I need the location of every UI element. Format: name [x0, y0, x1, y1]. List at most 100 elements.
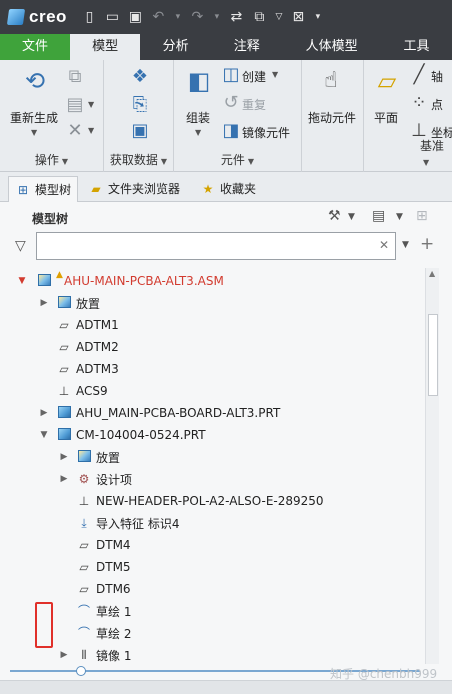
delete-dropdown-icon[interactable]: ▼: [88, 126, 94, 135]
regenerate-quick-icon[interactable]: ⇄: [228, 9, 245, 26]
point-icon[interactable]: ⁘: [410, 92, 428, 114]
assemble-dropdown-icon[interactable]: ▼: [195, 128, 201, 137]
paste-icon[interactable]: ▤: [66, 94, 84, 116]
tree-item-datum-plane[interactable]: ▱ ADTM1: [0, 314, 424, 336]
copy-geometry-icon[interactable]: ⎘: [130, 94, 150, 116]
collapse-arrow-icon[interactable]: ▼: [16, 276, 28, 286]
tree-item-datum-plane[interactable]: ▱ DTM5: [0, 556, 424, 578]
redo-icon[interactable]: ↷: [189, 9, 206, 26]
ribbon-tabs: 文件 模型 分析 注释 人体模型 工具: [0, 34, 452, 60]
group-components: ◧ 组装 ▼ ◫ 创建 ▼ ↺ 重复 ◨ 镜像元件 元件 ▼: [174, 60, 302, 172]
tree-item-datum-plane[interactable]: ▱ ADTM3: [0, 358, 424, 380]
tree-item-placement[interactable]: ▶ 放置: [0, 446, 424, 468]
watermark: 知乎 @chenbh999: [330, 667, 438, 681]
add-filter-icon[interactable]: +: [420, 234, 434, 254]
coordinate-system-icon: ⊥: [58, 384, 70, 398]
tree-settings-icon[interactable]: ⚒: [328, 208, 341, 224]
tree-item-placement[interactable]: ▶ 放置: [0, 292, 424, 314]
drag-components-button[interactable]: 拖动元件: [308, 109, 356, 126]
datum-plane-icon: ▱: [79, 560, 89, 574]
tab-tools[interactable]: 工具: [381, 34, 452, 60]
tree-item-part-cm[interactable]: ▼ CM-104004-0524.PRT: [0, 424, 424, 446]
tree-item-import-feature[interactable]: ⤓ 导入特征 标识4: [0, 512, 424, 534]
clear-search-icon[interactable]: ✕: [379, 238, 389, 252]
tree-item-root-assembly[interactable]: ▼ ▲ AHU-MAIN-PCBA-ALT3.ASM: [0, 270, 424, 292]
search-dropdown-icon[interactable]: ▼: [402, 240, 409, 250]
tree-item-part-board[interactable]: ▶ AHU_MAIN-PCBA-BOARD-ALT3.PRT: [0, 402, 424, 424]
axis-icon[interactable]: ╱: [410, 64, 428, 86]
tree-settings-dropdown-icon[interactable]: ▼: [348, 212, 355, 222]
regenerate-button[interactable]: 重新生成: [10, 109, 58, 126]
drag-components-icon[interactable]: ☝: [316, 66, 346, 96]
expand-arrow-icon[interactable]: ▶: [58, 474, 70, 484]
expand-arrow-icon[interactable]: ▶: [58, 452, 70, 462]
datum-plane-icon: ▱: [59, 362, 69, 376]
repeat-icon[interactable]: ↺: [222, 92, 240, 114]
plane-button[interactable]: 平面: [374, 109, 398, 126]
create-button[interactable]: 创建: [242, 68, 266, 85]
assemble-icon[interactable]: ◧: [184, 66, 214, 96]
horizontal-scroll-knob[interactable]: [76, 666, 86, 676]
regenerate-dropdown-icon[interactable]: ▼: [31, 128, 37, 137]
placement-icon: [56, 296, 72, 310]
group-label-datum: 基准▼: [420, 139, 445, 167]
show-dropdown-icon[interactable]: ▼: [396, 212, 403, 222]
tab-manikin[interactable]: 人体模型: [282, 34, 381, 60]
tree-vertical-scrollbar[interactable]: ▲: [425, 268, 439, 664]
point-button[interactable]: 点: [431, 96, 443, 113]
repeat-button[interactable]: 重复: [242, 96, 266, 113]
show-icon[interactable]: ▤: [372, 208, 385, 224]
create-dropdown-icon[interactable]: ▼: [272, 70, 278, 79]
tree-item-sketch[interactable]: ⌒ 草绘 1: [0, 600, 424, 622]
assemble-button[interactable]: 组装: [186, 109, 210, 126]
tab-file[interactable]: 文件: [0, 34, 71, 60]
tree-item-csys[interactable]: ⊥ ACS9: [0, 380, 424, 402]
undo-icon[interactable]: ↶: [150, 9, 167, 26]
scroll-thumb[interactable]: [428, 314, 438, 396]
expand-tree-icon[interactable]: ⊞: [416, 208, 428, 224]
undo-dropdown-icon[interactable]: ▾: [173, 9, 183, 26]
tab-favorites[interactable]: ★ 收藏夹: [200, 176, 256, 202]
tree-item-csys[interactable]: ⊥ NEW-HEADER-POL-A2-ALSO-E-289250: [0, 490, 424, 512]
mirror-component-button[interactable]: 镜像元件: [242, 124, 290, 141]
tree-item-datum-plane[interactable]: ▱ DTM6: [0, 578, 424, 600]
tree-item-datum-plane[interactable]: ▱ DTM4: [0, 534, 424, 556]
scroll-up-icon[interactable]: ▲: [429, 269, 435, 278]
copy-icon[interactable]: ⧉: [66, 66, 84, 88]
open-folder-icon[interactable]: ▭: [104, 9, 121, 26]
user-defined-feature-icon[interactable]: ❖: [130, 66, 150, 88]
delete-icon[interactable]: ✕: [66, 120, 84, 142]
tree-item-sketch[interactable]: ⌒ 草绘 2: [0, 622, 424, 644]
regenerate-icon[interactable]: ⟲: [20, 66, 50, 96]
tree-item-datum-plane[interactable]: ▱ ADTM2: [0, 336, 424, 358]
create-icon[interactable]: ◫: [222, 64, 240, 86]
expand-arrow-icon[interactable]: ▶: [38, 298, 50, 308]
tab-folder-browser[interactable]: ▰ 文件夹浏览器: [88, 176, 180, 202]
import-feature-icon: ⤓: [81, 516, 87, 530]
paste-dropdown-icon[interactable]: ▼: [88, 100, 94, 109]
tree-item-design-items[interactable]: ▶ ⚙ 设计项: [0, 468, 424, 490]
close-window-icon[interactable]: ⊠: [290, 9, 307, 26]
customize-toolbar-icon[interactable]: ▾: [313, 9, 323, 26]
plane-icon[interactable]: ▱: [372, 66, 402, 96]
mirror-component-icon[interactable]: ◨: [222, 120, 240, 142]
tree-item-mirror[interactable]: ▶ ⫴ 镜像 1: [0, 644, 424, 664]
expand-arrow-icon[interactable]: ▶: [58, 650, 70, 660]
filter-icon[interactable]: ▽: [15, 238, 26, 254]
save-icon[interactable]: ▣: [127, 9, 144, 26]
model-tree-icon: ⊞: [17, 182, 29, 197]
tree-search-input[interactable]: [37, 233, 367, 259]
windows-icon[interactable]: ⧉: [251, 9, 268, 26]
tree-search-box[interactable]: ✕: [36, 232, 396, 260]
shrinkwrap-icon[interactable]: ▣: [130, 120, 150, 142]
collapse-arrow-icon[interactable]: ▼: [38, 430, 50, 440]
axis-button[interactable]: 轴: [431, 68, 443, 85]
redo-dropdown-icon[interactable]: ▾: [212, 9, 222, 26]
tab-model-tree[interactable]: ⊞ 模型树: [8, 176, 79, 202]
expand-arrow-icon[interactable]: ▶: [38, 408, 50, 418]
windows-dropdown-icon[interactable]: ▽: [274, 9, 284, 26]
tab-analysis[interactable]: 分析: [140, 34, 211, 60]
new-file-icon[interactable]: ▯: [81, 9, 98, 26]
tab-model[interactable]: 模型: [70, 34, 141, 60]
tab-annotate[interactable]: 注释: [211, 34, 282, 60]
